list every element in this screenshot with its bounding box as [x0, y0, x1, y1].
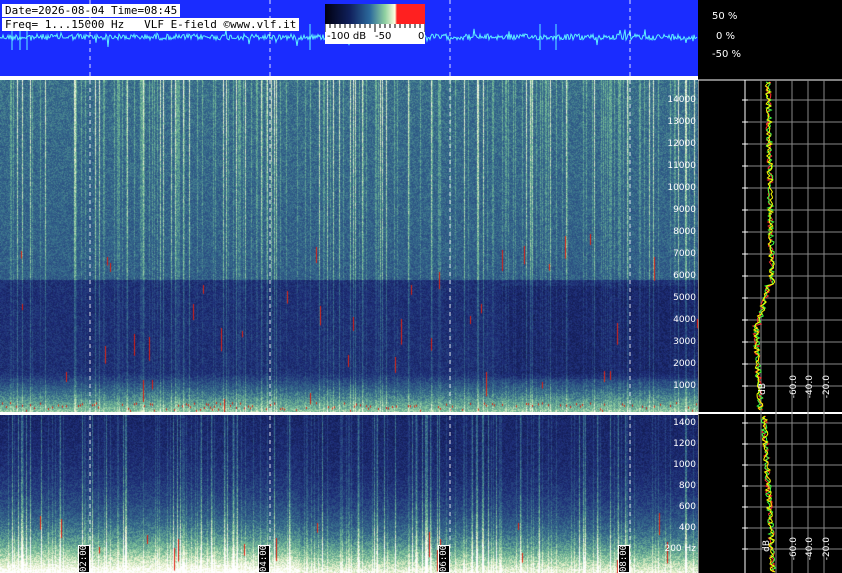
upper-freq-tick: 11000 [667, 161, 696, 171]
upper-freq-tick: 5000 [673, 293, 696, 303]
db-label-lower-2: -40.0 [805, 537, 815, 561]
time-label-0600: 06:00 [438, 544, 450, 573]
upper-freq-tick: 13000 [667, 117, 696, 127]
vlf-spectrogram-display: Date=2026-08-04 Time=08:45 Freq= 1...150… [0, 0, 842, 573]
upper-freq-tick: 7000 [673, 249, 696, 259]
lower-freq-tick: 1200 [673, 439, 696, 449]
lower-freq-tick: 200 Hz [664, 544, 696, 554]
time-label-0200: 02:00 [78, 544, 90, 573]
db-label-upper-0: dB [758, 383, 768, 395]
upper-freq-tick: 6000 [673, 271, 696, 281]
lower-freq-tick: 800 [678, 481, 696, 491]
upper-freq-tick: 9000 [673, 205, 696, 215]
lower-freq-tick: 400 [678, 523, 696, 533]
upper-freq-tick: 1000 [673, 381, 696, 391]
db-label-lower-1: -60.0 [789, 537, 799, 561]
time-label-0800: 08:00 [618, 544, 630, 573]
upper-freq-tick: 2000 [673, 359, 696, 369]
average-spectrum-panel [698, 79, 842, 573]
lower-freq-tick: 1000 [673, 460, 696, 470]
upper-freq-tick: 12000 [667, 139, 696, 149]
waveform-scale-top: 50 % [712, 11, 738, 22]
waveform-scale-zero: 0 % [716, 31, 736, 42]
waveform-scale-bottom: -50 % [712, 49, 742, 60]
upper-freq-tick: 3000 [673, 337, 696, 347]
time-grid-lines [89, 0, 631, 573]
upper-freq-tick: 8000 [673, 227, 696, 237]
upper-freq-tick: 14000 [667, 95, 696, 105]
db-label-upper-1: -60.0 [789, 375, 799, 399]
db-label-upper-2: -40.0 [805, 375, 815, 399]
time-label-0400: 04:00 [258, 544, 270, 573]
db-label-upper-3: -20.0 [822, 375, 832, 399]
db-label-lower-3: -20.0 [822, 537, 832, 561]
lower-freq-tick: 1400 [673, 418, 696, 428]
upper-freq-tick: 4000 [673, 315, 696, 325]
db-label-lower-0: dB [762, 540, 772, 552]
lower-freq-tick: 600 [678, 502, 696, 512]
upper-freq-tick: 10000 [667, 183, 696, 193]
